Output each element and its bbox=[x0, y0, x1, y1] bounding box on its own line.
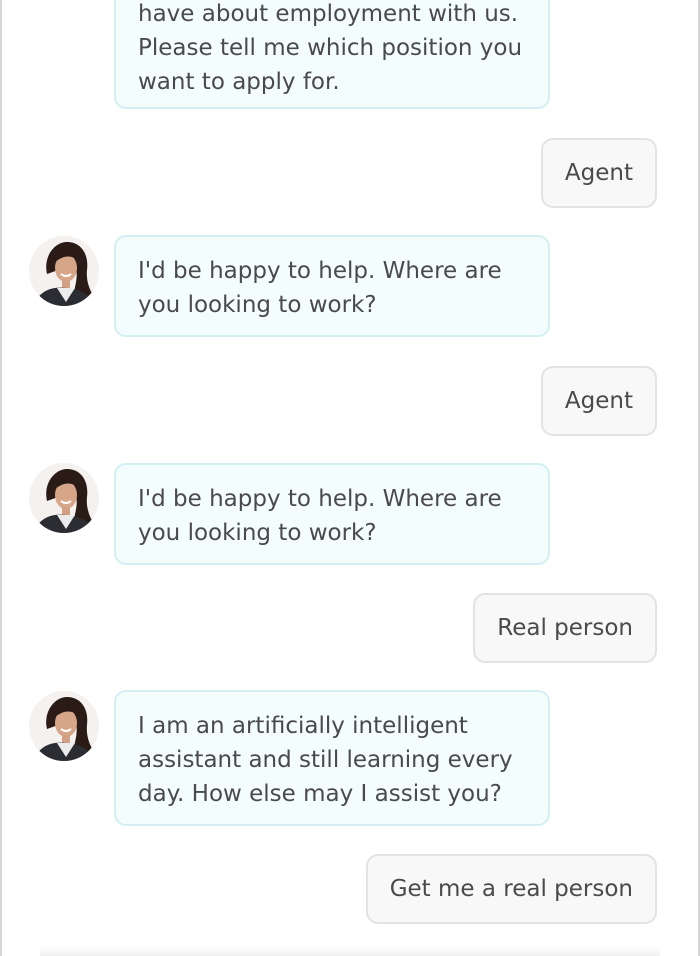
composer-edge bbox=[40, 946, 660, 956]
bot-message-text: have about employment with us. Please te… bbox=[138, 1, 523, 95]
bot-message-text: I'd be happy to help. Where are you look… bbox=[138, 258, 502, 318]
user-message-bubble[interactable]: Get me a real person bbox=[365, 854, 657, 924]
user-message-bubble[interactable]: Agent bbox=[540, 138, 657, 208]
bot-message-bubble: have about employment with us. Please te… bbox=[114, 0, 550, 109]
bot-message-bubble: I am an artificially intelligent assista… bbox=[114, 690, 550, 826]
user-message-text: Real person bbox=[497, 615, 633, 641]
assistant-avatar-icon bbox=[29, 463, 99, 533]
bot-message-bubble: I'd be happy to help. Where are you look… bbox=[114, 235, 550, 337]
bot-message-text: I am an artificially intelligent assista… bbox=[138, 713, 513, 807]
user-message-text: Agent bbox=[564, 388, 633, 414]
bot-message-bubble: I'd be happy to help. Where are you look… bbox=[114, 463, 550, 565]
user-message-text: Get me a real person bbox=[389, 876, 633, 902]
user-message-bubble[interactable]: Real person bbox=[473, 593, 657, 663]
bot-message-text: I'd be happy to help. Where are you look… bbox=[138, 486, 502, 546]
left-frame-border bbox=[0, 0, 2, 956]
assistant-avatar-icon bbox=[29, 236, 99, 306]
user-message-text: Agent bbox=[564, 160, 633, 186]
assistant-avatar-icon bbox=[29, 691, 99, 761]
user-message-bubble[interactable]: Agent bbox=[540, 366, 657, 436]
